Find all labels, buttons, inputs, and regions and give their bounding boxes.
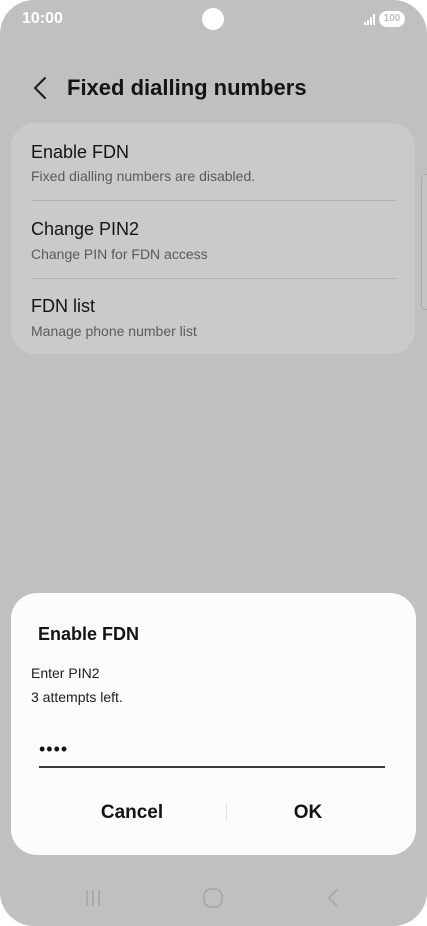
pin2-input[interactable]: [39, 732, 385, 768]
status-time: 10:00: [22, 10, 63, 27]
app-header: Fixed dialling numbers: [0, 70, 427, 106]
settings-item-title: Enable FDN: [31, 142, 130, 162]
back-button[interactable]: [28, 74, 52, 102]
signal-icon: [364, 13, 375, 25]
page-title: Fixed dialling numbers: [67, 75, 307, 100]
status-icons: 100: [364, 11, 405, 27]
home-button[interactable]: [191, 880, 235, 916]
navigation-bar: [0, 870, 427, 926]
dialog-message-attempts: 3 attempts left.: [31, 689, 123, 705]
scrollbar[interactable]: [421, 174, 427, 310]
recents-button[interactable]: [71, 880, 115, 916]
button-divider: [226, 803, 227, 821]
dialog-message-prompt: Enter PIN2: [31, 665, 100, 681]
settings-item-subtitle: Manage phone number list: [31, 323, 197, 339]
back-icon: [328, 889, 338, 907]
settings-item-enable-fdn[interactable]: Enable FDN Fixed dialling numbers are di…: [11, 123, 415, 200]
settings-item-fdn-list[interactable]: FDN list Manage phone number list: [11, 279, 415, 356]
dialog-title: Enable FDN: [38, 624, 140, 644]
settings-item-title: Change PIN2: [31, 219, 140, 239]
cancel-button[interactable]: Cancel: [52, 793, 212, 833]
phone-screen: 10:00 100 Fixed dialling numbers Enable …: [0, 0, 427, 926]
settings-item-change-pin2[interactable]: Change PIN2 Change PIN for FDN access: [11, 201, 415, 278]
settings-item-subtitle: Fixed dialling numbers are disabled.: [31, 168, 256, 184]
settings-item-subtitle: Change PIN for FDN access: [31, 246, 208, 262]
ok-button[interactable]: OK: [228, 793, 388, 833]
chevron-left-icon: [34, 77, 46, 99]
recents-icon: [86, 890, 100, 906]
home-icon: [203, 888, 223, 908]
camera-cutout: [202, 8, 224, 30]
battery-icon: 100: [379, 11, 405, 27]
nav-back-button[interactable]: [311, 880, 355, 916]
settings-card: Enable FDN Fixed dialling numbers are di…: [11, 123, 415, 354]
settings-item-title: FDN list: [31, 296, 95, 316]
status-bar: 10:00 100: [0, 0, 427, 40]
enable-fdn-dialog: Enable FDN Enter PIN2 3 attempts left. C…: [11, 593, 416, 855]
